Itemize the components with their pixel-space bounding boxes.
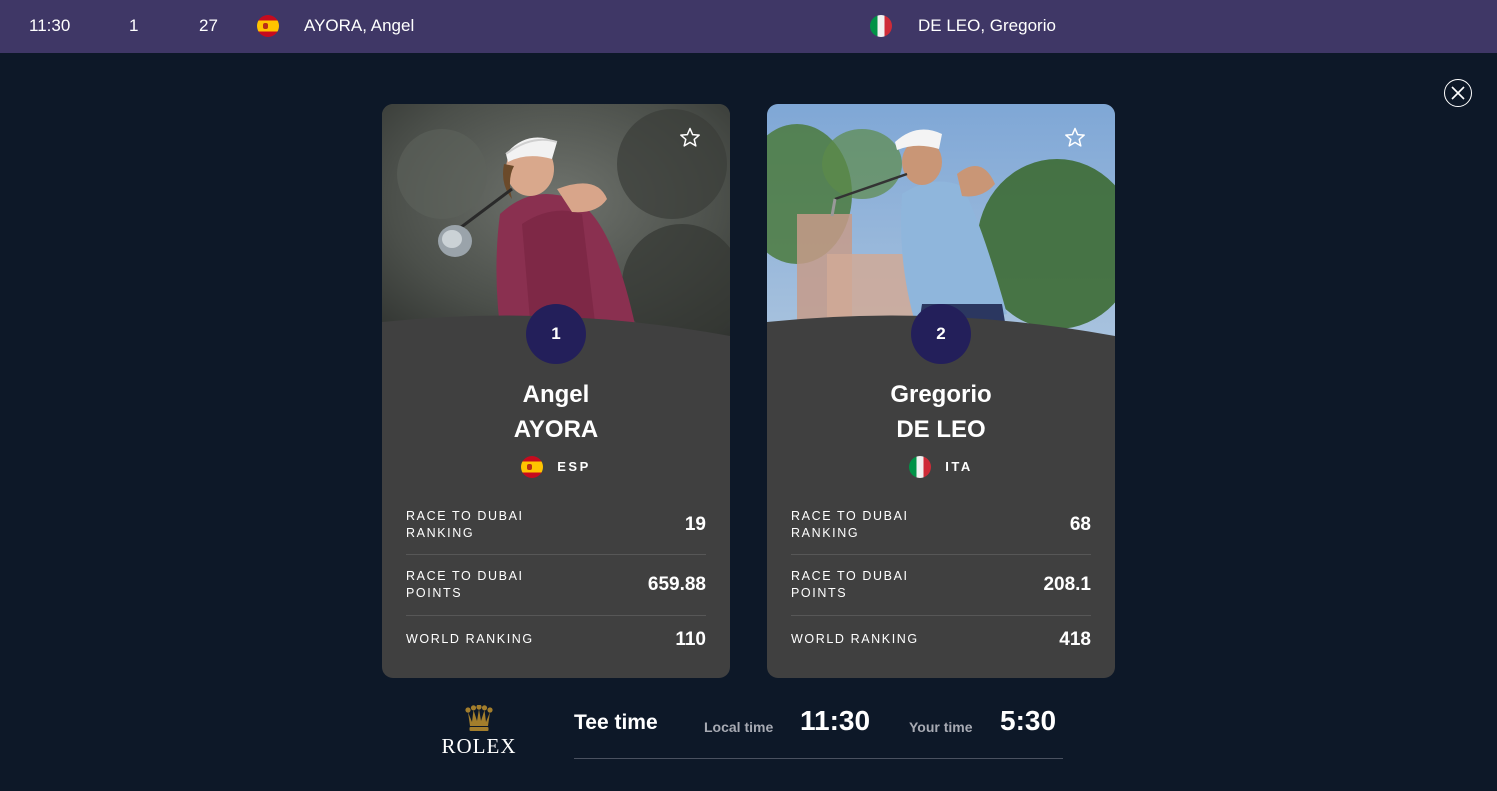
stat-value: 208.1 — [1043, 574, 1091, 595]
stat-row-world-ranking: WORLD RANKING 110 — [406, 616, 706, 666]
player-country: ESP — [382, 456, 730, 478]
divider — [574, 758, 1063, 759]
stat-row-rtd-ranking: RACE TO DUBAI RANKING 19 — [406, 504, 706, 555]
close-button[interactable] — [1444, 79, 1472, 107]
player-card-ayora[interactable]: 1 Angel AYORA ESP RACE TO DUBAI RANKING 1… — [382, 104, 730, 678]
rolex-logo: ROLEX — [430, 704, 528, 758]
tee-number: 27 — [199, 16, 218, 35]
spain-flag-icon — [521, 456, 544, 478]
tee-time-text: 11:30 — [29, 16, 71, 35]
country-code: ITA — [945, 459, 973, 474]
player2-name: DE LEO, Gregorio — [918, 16, 1056, 35]
your-time-label: Your time — [909, 719, 973, 735]
local-time-label: Local time — [704, 719, 774, 735]
favorite-star-icon[interactable] — [678, 126, 702, 150]
stat-row-rtd-points: RACE TO DUBAI POINTS 208.1 — [791, 555, 1091, 616]
local-time-value: 11:30 — [800, 705, 871, 736]
spain-flag-icon — [257, 15, 279, 37]
rolex-crown-icon — [465, 704, 493, 731]
stat-label: RACE TO DUBAI POINTS — [791, 569, 909, 600]
player1-name: AYORA, Angel — [304, 16, 415, 35]
stat-label: RACE TO DUBAI RANKING — [406, 509, 524, 540]
your-time-value: 5:30 — [1000, 705, 1057, 736]
player-last-name: DE LEO — [896, 416, 986, 443]
country-code: ESP — [557, 459, 591, 474]
close-icon — [1451, 86, 1465, 100]
pairing-header-bar[interactable]: 11:30 1 27 AYORA, Angel DE LEO, Gregorio — [0, 0, 1497, 53]
italy-flag-icon — [870, 15, 892, 37]
stat-row-world-ranking: WORLD RANKING 418 — [791, 616, 1091, 666]
italy-flag-icon — [909, 456, 932, 478]
favorite-star-icon[interactable] — [1063, 126, 1087, 150]
player-country: ITA — [767, 456, 1115, 478]
stat-label: RACE TO DUBAI RANKING — [791, 509, 909, 540]
player-number-badge: 2 — [911, 304, 971, 364]
stat-row-rtd-ranking: RACE TO DUBAI RANKING 68 — [791, 504, 1091, 555]
stat-value: 418 — [1059, 629, 1091, 650]
player-first-name: Gregorio — [890, 381, 992, 408]
stat-label: WORLD RANKING — [406, 632, 534, 646]
stat-value: 110 — [675, 629, 706, 650]
player-number-badge: 1 — [526, 304, 586, 364]
stat-row-rtd-points: RACE TO DUBAI POINTS 659.88 — [406, 555, 706, 616]
stat-value: 68 — [1069, 514, 1091, 535]
rolex-wordmark: ROLEX — [441, 734, 517, 758]
player-last-name: AYORA — [513, 416, 599, 443]
stat-label: RACE TO DUBAI POINTS — [406, 569, 524, 600]
stat-label: WORLD RANKING — [791, 632, 919, 646]
player-first-name: Angel — [522, 381, 590, 408]
stat-value: 659.88 — [647, 574, 706, 595]
tee-time-title: Tee time — [574, 711, 658, 734]
stat-value: 19 — [684, 514, 706, 535]
group-number: 1 — [129, 16, 139, 35]
player-card-de-leo[interactable]: 2 Gregorio DE LEO ITA RACE TO DUBAI RANKI… — [767, 104, 1115, 678]
